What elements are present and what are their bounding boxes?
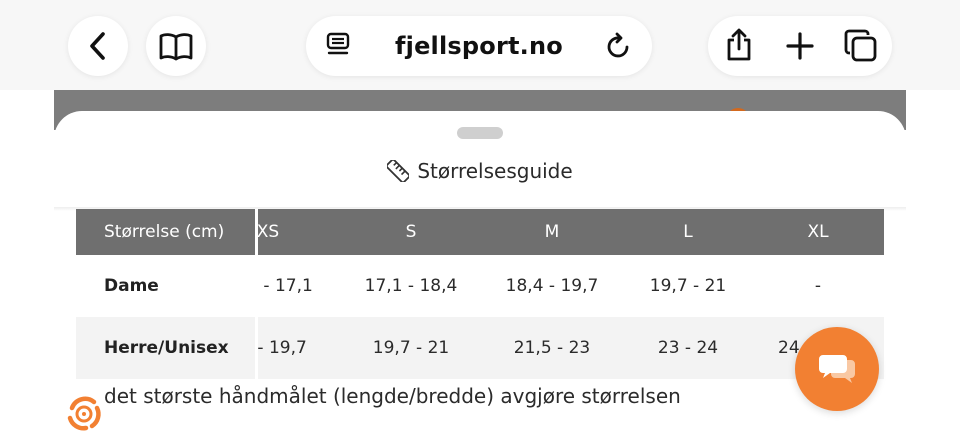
- reload-icon[interactable]: [606, 32, 632, 60]
- sheet-header: Størrelsesguide: [54, 159, 906, 183]
- col-header-l: L: [683, 222, 693, 242]
- sheet-grabber[interactable]: [457, 127, 503, 139]
- cell-herre-xs: 4 - 19,7: [258, 338, 307, 358]
- cell-herre-m: 21,5 - 23: [513, 338, 591, 358]
- share-icon[interactable]: [724, 28, 754, 62]
- col-header-m: M: [544, 222, 560, 242]
- new-tab-icon[interactable]: [786, 32, 814, 60]
- cell-dame-m: 18,4 - 19,7: [505, 276, 599, 296]
- col-header-s: S: [405, 222, 417, 242]
- col-header-xl: XL: [807, 222, 829, 242]
- tabs-icon[interactable]: [844, 29, 878, 63]
- browser-toolbar: fjellsport.no: [0, 0, 960, 90]
- table-header-label: Størrelse (cm): [104, 222, 225, 242]
- reader-icon[interactable]: [326, 32, 350, 58]
- cell-dame-xs: 0 - 17,1: [258, 276, 313, 296]
- bookmarks-button[interactable]: [146, 16, 206, 76]
- cell-herre-l: 23 - 24: [657, 338, 719, 358]
- cell-dame-xl: -: [814, 276, 822, 296]
- back-button[interactable]: [68, 16, 128, 76]
- accessibility-icon[interactable]: [64, 394, 104, 434]
- scrollable-size-columns[interactable]: XS S M L XL 0 - 17,1 17,1 - 18,4 18,4 - …: [258, 209, 884, 379]
- cell-dame-l: 19,7 - 21: [649, 276, 727, 296]
- col-header-xs: XS: [258, 222, 280, 242]
- url-text[interactable]: fjellsport.no: [395, 32, 563, 60]
- ruler-icon: [387, 160, 410, 182]
- chat-button[interactable]: [795, 327, 879, 411]
- row-label-dame: Dame: [104, 276, 159, 296]
- chat-icon: [817, 352, 857, 386]
- cell-dame-s: 17,1 - 18,4: [364, 276, 458, 296]
- bookmarks-icon: [158, 31, 194, 61]
- size-note: det største håndmålet (lengde/bredde) av…: [104, 384, 681, 408]
- back-icon: [87, 31, 109, 61]
- cell-herre-s: 19,7 - 21: [372, 338, 450, 358]
- address-bar[interactable]: fjellsport.no: [306, 16, 652, 76]
- sheet-title: Størrelsesguide: [417, 159, 573, 183]
- row-label-herre: Herre/Unisex: [104, 338, 229, 358]
- toolbar-actions: [708, 16, 892, 76]
